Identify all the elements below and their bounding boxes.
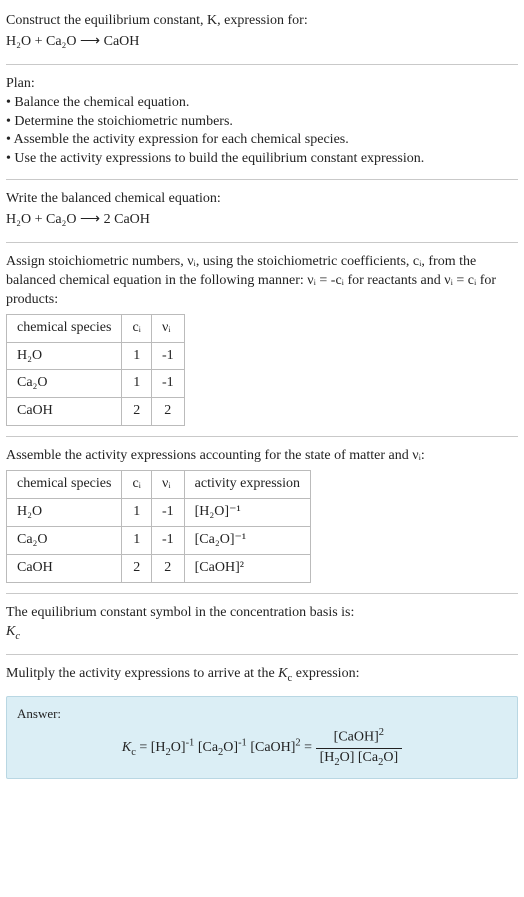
answer-numerator: [CaOH]2 xyxy=(316,726,403,749)
balanced-equation: H₂O + Ca₂O ⟶ 2 CaOH xyxy=(6,211,518,230)
intro-line1: Construct the equilibrium constant, K, e… xyxy=(6,12,518,31)
plan-bullet-1: • Balance the chemical equation. xyxy=(6,94,518,113)
divider xyxy=(6,593,518,594)
cell-ci: 1 xyxy=(122,342,152,370)
table-row: CaOH 2 2 [CaOH]² xyxy=(7,554,311,582)
balanced-heading: Write the balanced chemical equation: xyxy=(6,190,518,209)
col-ci: cᵢ xyxy=(122,314,152,342)
cell-ci: 1 xyxy=(122,499,152,527)
divider xyxy=(6,436,518,437)
table-row: chemical species cᵢ νᵢ xyxy=(7,314,185,342)
col-activity: activity expression xyxy=(184,471,310,499)
activity-heading: Assemble the activity expressions accoun… xyxy=(6,447,518,466)
table-row: Ca₂O 1 -1 [Ca₂O]⁻¹ xyxy=(7,526,311,554)
symbol-value: Kc xyxy=(6,623,518,644)
cell-activity: [Ca₂O]⁻¹ xyxy=(184,526,310,554)
plan-bullet-2: • Determine the stoichiometric numbers. xyxy=(6,113,518,132)
table-row: H₂O 1 -1 [H₂O]⁻¹ xyxy=(7,499,311,527)
cell-nui: -1 xyxy=(151,499,184,527)
table-row: CaOH 2 2 xyxy=(7,398,185,426)
cell-species: Ca₂O xyxy=(7,370,122,398)
divider xyxy=(6,654,518,655)
cell-species: CaOH xyxy=(7,398,122,426)
cell-species: Ca₂O xyxy=(7,526,122,554)
stoich-heading: Assign stoichiometric numbers, νᵢ, using… xyxy=(6,253,518,310)
multiply: Mulitply the activity expressions to arr… xyxy=(6,659,518,692)
divider xyxy=(6,242,518,243)
symbol-heading: The equilibrium constant symbol in the c… xyxy=(6,604,518,623)
answer-box: Answer: Kc = [H2O]-1 [Ca2O]-1 [CaOH]2 = … xyxy=(6,696,518,779)
cell-species: CaOH xyxy=(7,554,122,582)
cell-activity: [H₂O]⁻¹ xyxy=(184,499,310,527)
activity: Assemble the activity expressions accoun… xyxy=(6,441,518,588)
balanced: Write the balanced chemical equation: H₂… xyxy=(6,184,518,238)
answer-denominator: [H2O] [Ca2O] xyxy=(316,749,403,770)
table-row: H₂O 1 -1 xyxy=(7,342,185,370)
table-row: chemical species cᵢ νᵢ activity expressi… xyxy=(7,471,311,499)
plan-bullet-4: • Use the activity expressions to build … xyxy=(6,150,518,169)
col-species: chemical species xyxy=(7,314,122,342)
table-row: Ca₂O 1 -1 xyxy=(7,370,185,398)
plan-heading: Plan: xyxy=(6,75,518,94)
stoich: Assign stoichiometric numbers, νᵢ, using… xyxy=(6,247,518,432)
stoich-table: chemical species cᵢ νᵢ H₂O 1 -1 Ca₂O 1 -… xyxy=(6,314,185,427)
cell-ci: 2 xyxy=(122,554,152,582)
cell-ci: 2 xyxy=(122,398,152,426)
symbol: The equilibrium constant symbol in the c… xyxy=(6,598,518,650)
divider xyxy=(6,179,518,180)
answer-expression: Kc = [H2O]-1 [Ca2O]-1 [CaOH]2 = [CaOH]2 … xyxy=(17,726,507,770)
cell-ci: 1 xyxy=(122,370,152,398)
cell-nui: 2 xyxy=(151,398,184,426)
multiply-heading: Mulitply the activity expressions to arr… xyxy=(6,665,518,686)
cell-activity: [CaOH]² xyxy=(184,554,310,582)
cell-nui: -1 xyxy=(151,342,184,370)
cell-ci: 1 xyxy=(122,526,152,554)
activity-table: chemical species cᵢ νᵢ activity expressi… xyxy=(6,470,311,583)
cell-species: H₂O xyxy=(7,342,122,370)
col-species: chemical species xyxy=(7,471,122,499)
answer-label: Answer: xyxy=(17,705,507,723)
plan-bullet-3: • Assemble the activity expression for e… xyxy=(6,131,518,150)
col-nui: νᵢ xyxy=(151,314,184,342)
plan: Plan: • Balance the chemical equation. •… xyxy=(6,69,518,175)
col-ci: cᵢ xyxy=(122,471,152,499)
cell-nui: -1 xyxy=(151,370,184,398)
cell-nui: 2 xyxy=(151,554,184,582)
intro: Construct the equilibrium constant, K, e… xyxy=(6,4,518,60)
cell-nui: -1 xyxy=(151,526,184,554)
divider xyxy=(6,64,518,65)
cell-species: H₂O xyxy=(7,499,122,527)
intro-equation: H₂O + Ca₂O ⟶ CaOH xyxy=(6,33,518,52)
col-nui: νᵢ xyxy=(151,471,184,499)
